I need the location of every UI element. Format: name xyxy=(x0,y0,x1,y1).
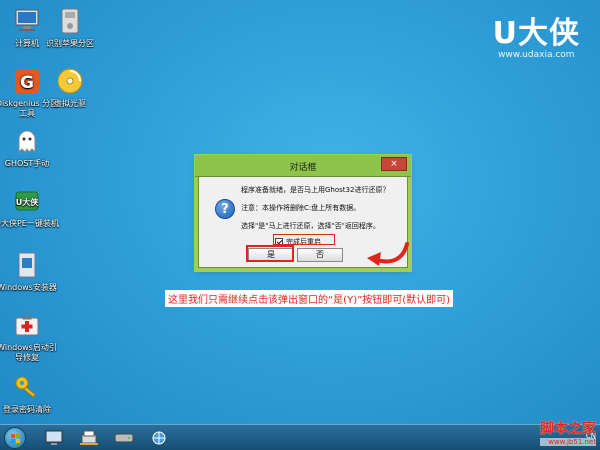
no-button[interactable]: 否 xyxy=(297,248,343,262)
printer-icon xyxy=(80,430,98,445)
cd-icon xyxy=(55,66,85,96)
dialog-title: 对话框 xyxy=(289,163,317,173)
desktop-icon-boot-repair[interactable]: Windows启动引导修复 xyxy=(0,310,59,363)
pointer-arrow-icon xyxy=(367,242,409,266)
usb-icon: U大侠 xyxy=(12,186,42,216)
dialog-message-line2: 注意：本操作将删除C:盘上所有数据。 xyxy=(241,204,361,212)
desktop-icon-udaxia-pe[interactable]: U大侠 U大侠PE一键装机 xyxy=(0,186,59,229)
icon-label: GHOST手动 xyxy=(4,159,50,168)
desktop-icon-windows-installer[interactable]: Windows安装器 xyxy=(0,250,59,293)
desktop-icon-virtual-drive[interactable]: 虚拟光驱 xyxy=(38,66,102,109)
icon-label: 虚拟光驱 xyxy=(54,99,86,108)
svg-text:G: G xyxy=(20,73,34,93)
desktop-icon-apple-partition[interactable]: 识别苹果分区 xyxy=(38,6,102,49)
taskbar: CN xyxy=(0,424,600,450)
instruction-annotation: 这里我们只需继续点击该弹出窗口的“是(Y)”按钮即可(默认即可) xyxy=(165,290,454,307)
dialog-message-line1: 程序准备就绪，是否马上用Ghost32进行还原？ xyxy=(241,186,390,194)
watermark-url: www.jb51.net xyxy=(540,438,596,446)
question-icon: ? xyxy=(215,199,235,219)
watermark-title: 脚本之家 xyxy=(540,421,596,437)
hard-drive-icon xyxy=(114,433,134,443)
dialog-message-line3: 选择"是"马上进行还原，选择"否"返回程序。 xyxy=(241,222,380,230)
desktop-icon-password-clear[interactable]: 登录密码清除 xyxy=(0,372,59,415)
key-icon xyxy=(12,372,42,402)
yes-button-highlight xyxy=(246,245,294,262)
desktop-icon-ghost[interactable]: GHOST手动 xyxy=(0,126,59,169)
dialog-titlebar[interactable]: 对话框 × xyxy=(195,155,411,177)
taskbar-item-tools[interactable] xyxy=(75,428,103,448)
icon-label: 识别苹果分区 xyxy=(46,39,94,48)
network-icon xyxy=(152,431,166,445)
start-button[interactable] xyxy=(4,427,26,449)
brand-logo: U大侠 www.udaxia.com xyxy=(493,8,580,60)
windows-logo-icon xyxy=(11,434,21,444)
taskbar-item-desktop[interactable] xyxy=(40,428,68,448)
repair-kit-icon xyxy=(12,310,42,340)
windows-installer-icon xyxy=(12,250,42,280)
close-button[interactable]: × xyxy=(381,157,407,171)
monitor-icon xyxy=(45,430,63,445)
drive-icon xyxy=(55,6,85,36)
icon-label: Windows启动引导修复 xyxy=(0,343,57,362)
ghost-icon xyxy=(12,126,42,156)
taskbar-item-network[interactable] xyxy=(145,428,173,448)
checkbox-highlight xyxy=(273,234,335,245)
taskbar-item-drive[interactable] xyxy=(110,428,138,448)
brand-url: www.udaxia.com xyxy=(498,50,575,60)
svg-text:U大侠: U大侠 xyxy=(16,197,39,207)
icon-label: Windows安装器 xyxy=(0,283,57,292)
site-watermark: 脚本之家 www.jb51.net xyxy=(540,418,596,446)
icon-label: U大侠PE一键装机 xyxy=(0,219,59,228)
brand-name: U大侠 xyxy=(492,16,580,51)
icon-label: 登录密码清除 xyxy=(3,405,51,414)
